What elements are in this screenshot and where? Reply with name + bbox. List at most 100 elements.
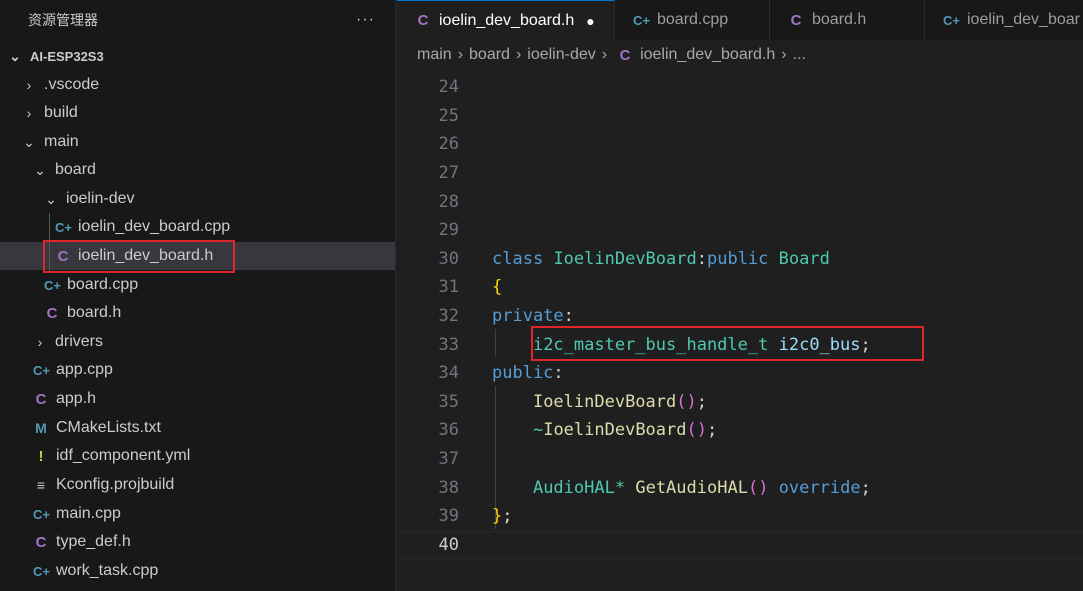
tree-item-drivers[interactable]: › drivers xyxy=(0,328,395,356)
cpp-file-icon: C+ xyxy=(44,277,61,293)
tab-board-h[interactable]: C board.h xyxy=(770,0,925,40)
code-text: i2c_master_bus_handle_t i2c0_bus; xyxy=(532,334,871,355)
chevron-right-icon: › xyxy=(515,46,522,63)
code-text: class IoelinDevBoard:public Board xyxy=(492,248,830,269)
breadcrumb-item[interactable]: board xyxy=(469,46,510,64)
tree-item-cmakelists[interactable]: M CMakeLists.txt xyxy=(0,414,395,442)
tree-item-app-h[interactable]: C app.h xyxy=(0,385,395,413)
code-line[interactable]: 31 { xyxy=(397,273,1083,302)
code-line[interactable]: 32 private: xyxy=(397,302,1083,331)
tree-item-ioelin-dev[interactable]: ⌄ ioelin-dev xyxy=(0,185,395,213)
text-file-icon: ≡ xyxy=(36,477,46,493)
tree-item-ioelin-dev-board-h[interactable]: C ioelin_dev_board.h xyxy=(0,242,395,270)
tree-item-work-task-cpp[interactable]: C+ work_task.cpp xyxy=(0,557,395,585)
cpp-file-icon: C+ xyxy=(33,506,50,522)
breadcrumb-item[interactable]: ioelin_dev_board.h xyxy=(640,46,775,64)
tree-indent-guide xyxy=(49,213,50,271)
line-number: 28 xyxy=(438,191,459,212)
code-line[interactable]: 40 xyxy=(397,530,1083,560)
tree-item-label: work_task.cpp xyxy=(56,562,159,579)
tree-item-board-h[interactable]: C board.h xyxy=(0,299,395,327)
cmake-file-icon: M xyxy=(35,420,47,436)
code-line[interactable]: 38 AudioHAL* GetAudioHAL() override; xyxy=(397,473,1083,502)
code-text: ~IoelinDevBoard(); xyxy=(532,420,718,441)
chevron-right-icon: › xyxy=(601,46,608,63)
tree-item-app-cpp[interactable]: C+ app.cpp xyxy=(0,356,395,384)
breadcrumb-item[interactable]: ioelin-dev xyxy=(527,46,595,64)
code-line[interactable]: 25 xyxy=(397,102,1083,131)
tree-item-label: app.cpp xyxy=(56,361,113,378)
more-actions-icon[interactable]: ··· xyxy=(356,11,375,29)
tree-item-type-def-h[interactable]: C type_def.h xyxy=(0,528,395,556)
code-line[interactable]: 28 xyxy=(397,187,1083,216)
tree-item-label: main.cpp xyxy=(56,505,121,522)
code-line[interactable]: 36 ~IoelinDevBoard(); xyxy=(397,416,1083,445)
line-number: 40 xyxy=(438,534,459,555)
code-line[interactable]: 39}; xyxy=(397,502,1083,531)
code-line[interactable]: 27 xyxy=(397,159,1083,188)
tree-item-label: type_def.h xyxy=(56,533,131,550)
code-text: IoelinDevBoard(); xyxy=(532,391,707,412)
chevron-down-icon: ⌄ xyxy=(9,47,21,64)
cpp-file-icon: C+ xyxy=(33,362,50,378)
line-number: 37 xyxy=(438,449,459,470)
unsaved-dot-icon[interactable]: ● xyxy=(586,13,594,29)
code-line[interactable]: 35 IoelinDevBoard(); xyxy=(397,388,1083,417)
tree-item-main-cpp[interactable]: C+ main.cpp xyxy=(0,500,395,528)
line-number: 26 xyxy=(438,134,459,155)
line-number: 38 xyxy=(438,477,459,498)
tab-board-cpp[interactable]: C+ board.cpp xyxy=(615,0,770,40)
tree-item-label: ioelin_dev_board.cpp xyxy=(78,218,231,235)
code-text: }; xyxy=(492,506,513,527)
tree-item-build[interactable]: › build xyxy=(0,99,395,127)
code-text: public: xyxy=(492,363,564,384)
tree-item-label: CMakeLists.txt xyxy=(56,419,161,436)
chevron-right-icon: › xyxy=(26,77,32,93)
tree-item-label: ioelin-dev xyxy=(66,190,135,207)
chevron-down-icon: ⌄ xyxy=(45,190,57,207)
tree-item-board-cpp[interactable]: C+ board.cpp xyxy=(0,271,395,299)
line-number: 33 xyxy=(438,334,459,355)
tree-item-vscode[interactable]: › .vscode xyxy=(0,71,395,99)
code-line[interactable]: 29 xyxy=(397,216,1083,245)
breadcrumb-item[interactable]: main xyxy=(417,46,452,64)
line-number: 31 xyxy=(438,277,459,298)
code-line[interactable]: 37 xyxy=(397,445,1083,474)
tab-bar: C ioelin_dev_board.h ● C+ board.cpp C bo… xyxy=(397,0,1083,40)
tree-item-idf-component[interactable]: ! idf_component.yml xyxy=(0,442,395,470)
line-number: 29 xyxy=(438,220,459,241)
code-text: private: xyxy=(492,306,574,327)
tree-item-label: Kconfig.projbuild xyxy=(56,476,175,493)
c-file-icon: C xyxy=(35,390,47,408)
tab-ioelin-dev-board-cpp[interactable]: C+ ioelin_dev_boar xyxy=(925,0,1083,40)
tree-item-board-folder[interactable]: ⌄ board xyxy=(0,156,395,184)
line-number: 32 xyxy=(438,306,459,327)
c-file-icon: C xyxy=(46,304,58,322)
code-line[interactable]: 34 public: xyxy=(397,359,1083,388)
chevron-right-icon: › xyxy=(37,334,43,350)
code-line[interactable]: 26 xyxy=(397,130,1083,159)
chevron-right-icon: › xyxy=(781,46,787,63)
tree-item-main[interactable]: ⌄ main xyxy=(0,128,395,156)
breadcrumb-item[interactable]: ... xyxy=(793,46,806,64)
chevron-right-icon: › xyxy=(26,105,32,121)
line-number: 24 xyxy=(438,77,459,98)
code-line[interactable]: 30 class IoelinDevBoard:public Board xyxy=(397,245,1083,274)
c-file-icon: C xyxy=(417,12,429,29)
tab-ioelin-dev-board-h[interactable]: C ioelin_dev_board.h ● xyxy=(397,0,615,40)
line-number: 39 xyxy=(438,506,459,527)
yaml-file-icon: ! xyxy=(38,447,44,465)
code-line[interactable]: 24 xyxy=(397,73,1083,102)
tree-item-label: drivers xyxy=(55,333,104,350)
tree-item-kconfig[interactable]: ≡ Kconfig.projbuild xyxy=(0,471,395,499)
code-line[interactable]: 33 i2c_master_bus_handle_t i2c0_bus; xyxy=(397,330,1083,359)
tree-item-label: .vscode xyxy=(44,76,100,93)
tree-item-label: idf_component.yml xyxy=(56,447,191,464)
editor-area: C ioelin_dev_board.h ● C+ board.cpp C bo… xyxy=(397,0,1083,591)
breadcrumb: main › board › ioelin-dev › C ioelin_dev… xyxy=(397,40,1083,70)
tree-item-label: main xyxy=(44,133,79,150)
tree-root-folder[interactable]: ⌄ AI-ESP32S3 xyxy=(0,42,395,70)
root-folder-label: AI-ESP32S3 xyxy=(30,48,104,64)
tree-item-ioelin-dev-board-cpp[interactable]: C+ ioelin_dev_board.cpp xyxy=(0,213,395,241)
tab-label: board.cpp xyxy=(657,11,729,28)
